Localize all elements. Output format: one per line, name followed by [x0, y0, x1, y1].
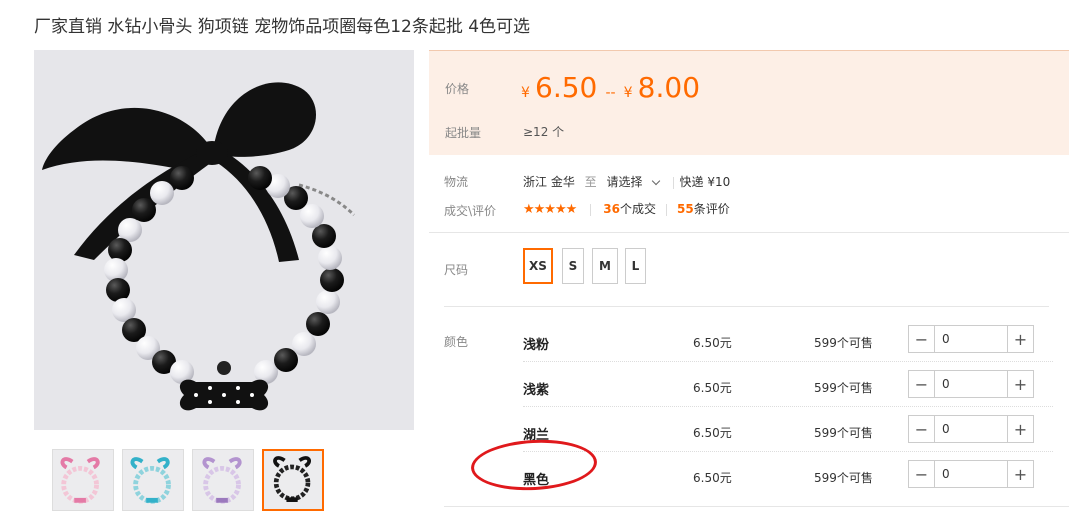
- divider: [666, 203, 667, 216]
- quantity-stepper: − +: [908, 415, 1034, 443]
- quantity-stepper: − +: [908, 460, 1034, 488]
- plus-button[interactable]: +: [1007, 416, 1033, 442]
- color-name: 浅粉: [523, 338, 550, 353]
- minus-button[interactable]: −: [909, 461, 935, 487]
- deal-suffix: 个成交: [619, 202, 656, 216]
- color-name: 浅紫: [523, 383, 550, 398]
- logistics-label: 物流: [444, 175, 469, 189]
- divider: [672, 176, 674, 189]
- logistics-to: 至: [584, 175, 597, 189]
- price-label: 价格: [445, 82, 470, 96]
- color-price: 6.50元: [693, 426, 732, 440]
- review-count-link[interactable]: 55条评价: [677, 202, 730, 216]
- review-suffix: 条评价: [693, 202, 730, 216]
- section-divider: [429, 232, 1069, 233]
- currency-symbol: ¥: [623, 85, 633, 101]
- quantity-input[interactable]: [935, 371, 1007, 397]
- quantity-input[interactable]: [935, 326, 1007, 352]
- row-divider: [523, 451, 1053, 452]
- color-label: 颜色: [444, 335, 469, 349]
- quantity-stepper: − +: [908, 370, 1034, 398]
- moq-value: ≥12 个: [523, 125, 565, 139]
- plus-button[interactable]: +: [1007, 461, 1033, 487]
- rating-stars: ★★★★★: [523, 202, 577, 217]
- review-count: 55: [677, 202, 694, 216]
- color-stock: 599个可售: [814, 471, 873, 485]
- currency-symbol: ¥: [521, 85, 530, 101]
- color-stock: 599个可售: [814, 336, 873, 350]
- thumbnail-black[interactable]: [262, 449, 324, 511]
- deal-count-link[interactable]: 36个成交: [603, 202, 656, 216]
- destination-select[interactable]: 请选择: [607, 175, 667, 189]
- moq-label: 起批量: [445, 126, 482, 140]
- deals-label: 成交\评价: [444, 204, 497, 218]
- color-price: 6.50元: [693, 336, 732, 350]
- quantity-input[interactable]: [935, 416, 1007, 442]
- chevron-down-icon: [651, 176, 660, 186]
- plus-button[interactable]: +: [1007, 326, 1033, 352]
- plus-button[interactable]: +: [1007, 371, 1033, 397]
- price-max: 8.00: [637, 71, 701, 104]
- row-divider: [523, 361, 1053, 362]
- minus-button[interactable]: −: [909, 416, 935, 442]
- main-product-image[interactable]: [34, 50, 414, 430]
- divider: [590, 203, 592, 216]
- section-divider: [444, 506, 1069, 507]
- price-range: ¥ 6.50 -- ¥ 8.00: [521, 71, 700, 104]
- price-panel: 价格 ¥ 6.50 -- ¥ 8.00 起批量 ≥12 个: [429, 50, 1069, 155]
- thumbnail-blue[interactable]: [122, 449, 184, 511]
- size-option-xs[interactable]: XS: [523, 248, 553, 284]
- deal-count: 36: [603, 202, 620, 216]
- size-label: 尺码: [444, 263, 469, 277]
- size-option-l[interactable]: L: [625, 248, 646, 284]
- thumbnail-purple[interactable]: [192, 449, 254, 511]
- deals-row: ★★★★★ 36个成交 55条评价: [523, 200, 730, 217]
- color-price: 6.50元: [693, 471, 732, 485]
- necklace-illustration: [34, 50, 414, 430]
- logistics-origin: 浙江 金华: [523, 175, 575, 189]
- color-price: 6.50元: [693, 381, 732, 395]
- price-separator: --: [605, 85, 616, 101]
- quantity-stepper: − +: [908, 325, 1034, 353]
- destination-text: 请选择: [606, 175, 643, 189]
- shipping-fee: 快递 ¥10: [679, 175, 731, 189]
- color-stock: 599个可售: [814, 381, 873, 395]
- logistics-row: 浙江 金华 至 请选择 快递 ¥10: [523, 173, 730, 190]
- quantity-input[interactable]: [935, 461, 1007, 487]
- thumbnail-pink[interactable]: [52, 449, 114, 511]
- color-stock: 599个可售: [814, 426, 873, 440]
- section-divider: [444, 306, 1049, 307]
- minus-button[interactable]: −: [909, 326, 935, 352]
- price-min: 6.50: [535, 71, 598, 104]
- row-divider: [523, 406, 1053, 407]
- color-row-black: 黑色 6.50元 599个可售 − +: [523, 458, 1038, 503]
- product-title: 厂家直销 水钻小骨头 狗项链 宠物饰品项圈每色12条起批 4色可选: [34, 17, 531, 37]
- size-option-m[interactable]: M: [592, 248, 618, 284]
- minus-button[interactable]: −: [909, 371, 935, 397]
- size-option-s[interactable]: S: [562, 248, 584, 284]
